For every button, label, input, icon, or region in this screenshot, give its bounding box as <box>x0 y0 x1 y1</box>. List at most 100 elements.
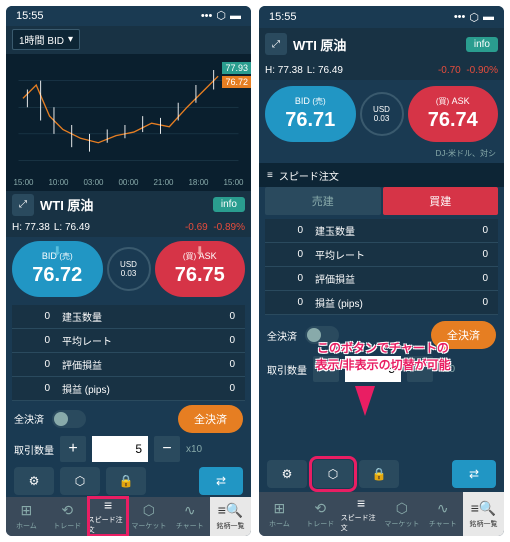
settle-all-label: 全決済 <box>14 411 44 426</box>
qty-label: 取引数量 <box>267 362 307 377</box>
trade-icon: ⟲ <box>61 502 73 519</box>
position-table: 0建玉数量0 0平均レート0 0評価損益0 0損益 (pips)0 <box>265 219 498 315</box>
ask-button[interactable]: ⬇ (買) ASK 76.75 <box>155 241 246 297</box>
market-icon: ⬡ <box>396 500 408 517</box>
annotation-arrow-icon <box>355 386 375 416</box>
qty-unit: x10 <box>439 364 455 375</box>
settle-row: 全決済 全決済 <box>6 405 251 433</box>
topbar: 1時間 BID▾ <box>6 26 251 54</box>
battery-icon: ▬ <box>483 11 494 23</box>
table-row: 0平均レート0 <box>265 243 498 267</box>
table-row: 0評価損益0 <box>265 267 498 291</box>
market-icon: ⬡ <box>143 502 155 519</box>
table-row: 0建玉数量0 <box>12 305 245 329</box>
settle-toggle[interactable] <box>305 326 339 344</box>
nav-chart[interactable]: ∿チャート <box>422 492 463 536</box>
toolbar: ⚙ ⬡ 🔒 ⇄ <box>259 456 504 492</box>
spread-display: USD0.03 <box>107 247 151 291</box>
candlestick-chart <box>6 54 251 178</box>
price-tag-current: 76.72 <box>222 76 251 88</box>
home-icon: ⊞ <box>21 502 33 519</box>
nav-chart[interactable]: ∿チャート <box>169 497 210 536</box>
arrow-down-icon: ⬇ <box>52 244 62 258</box>
symbol-bar: ⤢ WTI 原油 info <box>6 191 251 219</box>
table-row: 0損益 (pips)0 <box>265 291 498 315</box>
settle-all-button[interactable]: 全決済 <box>178 405 243 433</box>
table-row: 0平均レート0 <box>12 329 245 353</box>
settle-all-button[interactable]: 全決済 <box>431 321 496 349</box>
settle-all-label: 全決済 <box>267 328 297 343</box>
nav-list[interactable]: ≡🔍銘柄一覧 <box>210 497 251 536</box>
swap-button[interactable]: ⇄ <box>199 467 243 495</box>
bid-button[interactable]: ⬇ BID (売) 76.72 <box>12 241 103 297</box>
qty-input[interactable] <box>345 356 401 382</box>
table-row: 0建玉数量0 <box>265 219 498 243</box>
nav-market[interactable]: ⬡マーケット <box>128 497 169 536</box>
qty-minus-button[interactable]: − <box>407 356 433 382</box>
lock-button[interactable]: 🔒 <box>106 467 146 495</box>
speed-header: ≡ スピード注文 <box>259 163 504 187</box>
ohlc-row: H: 77.38 L: 76.49 -0.69 -0.89% <box>6 219 251 237</box>
info-button[interactable]: info <box>466 37 498 52</box>
bid-button[interactable]: BID (売) 76.71 <box>265 86 356 142</box>
tab-buy[interactable]: 買建 <box>383 187 499 215</box>
ohlc-row: H: 77.38 L: 76.49 -0.70 -0.90% <box>259 60 504 80</box>
qty-unit: x10 <box>186 444 202 455</box>
qty-plus-button[interactable]: + <box>313 356 339 382</box>
nav-speed[interactable]: ≡スピード注文 <box>341 492 382 536</box>
chart-toggle-button[interactable]: ⬡ <box>313 460 353 488</box>
statusbar: 15:55 •••⬡▬ <box>259 6 504 28</box>
chart-toggle-button[interactable]: ⬡ <box>60 467 100 495</box>
tab-sell[interactable]: 売建 <box>265 187 381 215</box>
bottom-nav: ⊞ホーム ⟲トレード ≡スピード注文 ⬡マーケット ∿チャート ≡🔍銘柄一覧 <box>6 497 251 536</box>
ask-button[interactable]: (買) ASK 76.74 <box>408 86 499 142</box>
table-row: 0損益 (pips)0 <box>12 377 245 401</box>
qty-input[interactable] <box>92 436 148 462</box>
chart-nav-icon: ∿ <box>437 500 449 517</box>
info-button[interactable]: info <box>213 197 245 212</box>
symbol-title: WTI 原油 <box>40 195 207 214</box>
nav-home[interactable]: ⊞ホーム <box>6 497 47 536</box>
toolbar: ⚙ ⬡ 🔒 ⇄ <box>6 465 251 497</box>
trade-icon: ⟲ <box>314 500 326 517</box>
statusbar: 15:55 •••⬡▬ <box>6 6 251 26</box>
news-ticker: DJ-米ドル、対シ <box>259 148 504 163</box>
signal-icon: ••• <box>454 11 466 23</box>
settle-toggle[interactable] <box>52 410 86 428</box>
qty-row: 取引数量 + − x10 <box>6 433 251 465</box>
nav-market[interactable]: ⬡マーケット <box>381 492 422 536</box>
arrow-down-icon: ⬇ <box>195 244 205 258</box>
lock-icon: 🔒 <box>372 467 387 481</box>
chart-xaxis: 15:0010:0003:0000:0021:0018:0015:00 <box>6 178 251 190</box>
bidask-panel: BID (売) 76.71 USD0.03 (買) ASK 76.74 <box>259 80 504 148</box>
qty-row: 取引数量 + − x10 <box>259 351 504 387</box>
nav-home[interactable]: ⊞ホーム <box>259 492 300 536</box>
qty-plus-button[interactable]: + <box>60 436 86 462</box>
chart-area[interactable]: 77.93 76.72 <box>6 54 251 178</box>
nav-list[interactable]: ≡🔍銘柄一覧 <box>463 492 504 536</box>
lock-button[interactable]: 🔒 <box>359 460 399 488</box>
nav-speed[interactable]: ≡スピード注文 <box>88 497 129 536</box>
speed-icon: ≡ <box>104 497 112 513</box>
nav-trade[interactable]: ⟲トレード <box>300 492 341 536</box>
chevron-down-icon: ▾ <box>68 34 73 45</box>
price-tag-high: 77.93 <box>222 62 251 74</box>
list-icon: ≡🔍 <box>218 502 244 519</box>
expand-icon[interactable]: ⤢ <box>265 33 287 55</box>
lock-icon: 🔒 <box>119 474 134 488</box>
position-tabs: 売建 買建 <box>259 187 504 215</box>
settings-button[interactable]: ⚙ <box>14 467 54 495</box>
swap-button[interactable]: ⇄ <box>452 460 496 488</box>
qty-minus-button[interactable]: − <box>154 436 180 462</box>
expand-icon[interactable]: ⤢ <box>12 194 34 216</box>
phone-right: 15:55 •••⬡▬ ⤢ WTI 原油 info H: 77.38 L: 76… <box>259 6 504 536</box>
status-time: 15:55 <box>16 10 44 22</box>
nav-trade[interactable]: ⟲トレード <box>47 497 88 536</box>
timeframe-select[interactable]: 1時間 BID▾ <box>12 29 80 50</box>
settings-button[interactable]: ⚙ <box>267 460 307 488</box>
signal-icon: ••• <box>201 10 213 22</box>
bottom-nav: ⊞ホーム ⟲トレード ≡スピード注文 ⬡マーケット ∿チャート ≡🔍銘柄一覧 <box>259 492 504 536</box>
swap-icon: ⇄ <box>216 474 226 488</box>
chart-icon: ⬡ <box>75 474 85 488</box>
chart-nav-icon: ∿ <box>184 502 196 519</box>
